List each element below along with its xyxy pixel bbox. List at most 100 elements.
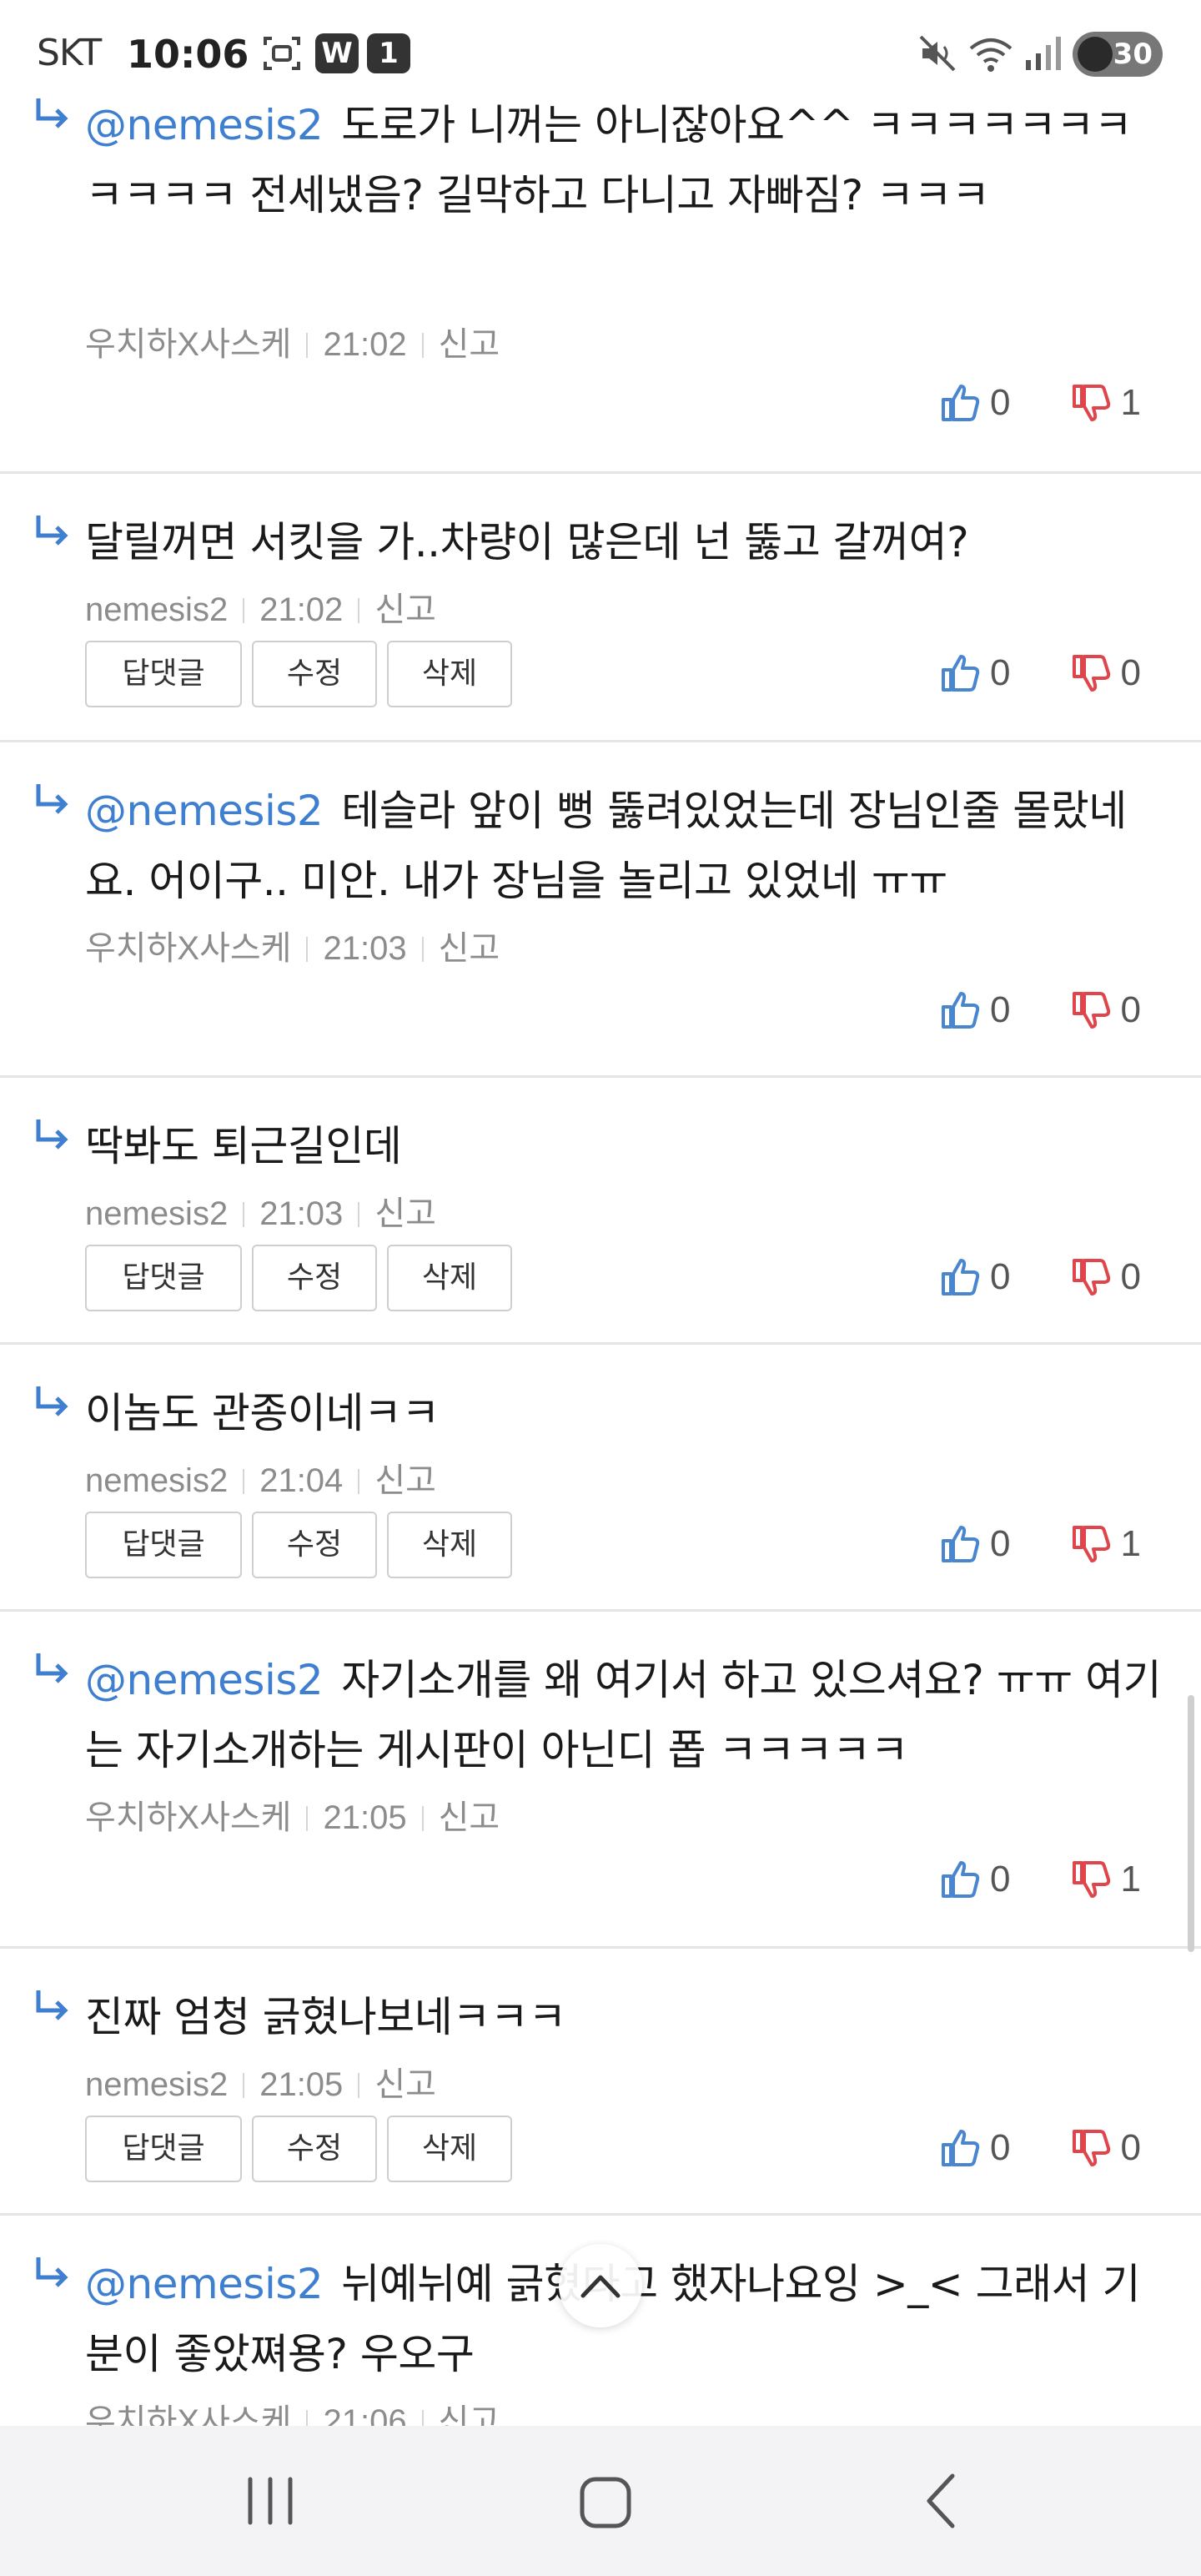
comment-item: @nemesis2 도로가 니꺼는 아니잖아요^^ ㅋㅋㅋㅋㅋㅋㅋㅋㅋㅋㅋ 전세냈…	[0, 83, 1201, 474]
comment-author[interactable]: 우치하X사스케	[85, 326, 291, 363]
delete-button[interactable]: 삭제	[387, 2116, 512, 2182]
report-link[interactable]: 신고	[374, 1195, 436, 1232]
like-button[interactable]: 0	[940, 382, 1011, 424]
dislike-count: 0	[1120, 2127, 1141, 2168]
signal-icon	[1026, 37, 1061, 70]
chevron-up-icon	[580, 2275, 621, 2298]
reply-arrow-icon	[36, 1990, 68, 2020]
comment-actions: 답댓글 수정 삭제	[85, 1245, 512, 1311]
comment-item: @nemesis2 테슬라 앞이 뻥 뚫려있었는데 장님인줄 몰랐네요. 어이구.…	[0, 742, 1201, 1078]
comment-text: 진짜 엄청 긁혔나보네ㅋㅋㅋ	[85, 1982, 1164, 2052]
dislike-button[interactable]: 0	[1071, 1256, 1141, 1298]
thumbs-down-icon	[1072, 1861, 1110, 1898]
like-button[interactable]: 0	[940, 1256, 1011, 1298]
delete-button[interactable]: 삭제	[387, 641, 512, 707]
comment-author[interactable]: 우치하X사스케	[85, 2403, 291, 2426]
home-button[interactable]	[564, 2459, 647, 2543]
comment-author[interactable]: nemesis2	[85, 591, 228, 628]
comment-text: 달릴꺼면 서킷을 가..차량이 많은데 넌 뚫고 갈꺼여?	[85, 507, 1164, 577]
like-button[interactable]: 0	[940, 2127, 1011, 2169]
comment-author[interactable]: nemesis2	[85, 2066, 228, 2103]
edit-button[interactable]: 수정	[252, 2116, 377, 2182]
comment-author[interactable]: 우치하X사스케	[85, 930, 291, 967]
reply-arrow-icon	[36, 98, 68, 128]
report-link[interactable]: 신고	[374, 1462, 436, 1499]
dislike-button[interactable]: 1	[1071, 1859, 1141, 1900]
report-link[interactable]: 신고	[439, 326, 500, 363]
dislike-count: 1	[1120, 382, 1141, 423]
comment-time: 21:05	[323, 1799, 407, 1836]
report-link[interactable]: 신고	[439, 2403, 500, 2426]
report-link[interactable]: 신고	[439, 930, 500, 967]
comment-mention[interactable]: @nemesis2	[85, 2260, 324, 2308]
comment-meta: 우치하X사스케 21:05 신고	[85, 1790, 500, 1839]
comment-meta: 우치하X사스케 21:02 신고	[85, 317, 500, 365]
status-bar: SKT 10:06 W 1 30	[0, 0, 1201, 83]
like-count: 0	[990, 382, 1011, 423]
scroll-to-top-button[interactable]	[559, 2244, 642, 2327]
like-button[interactable]: 0	[940, 652, 1011, 694]
dislike-button[interactable]: 1	[1071, 1523, 1141, 1565]
reply-arrow-icon	[36, 1653, 68, 1683]
dislike-count: 1	[1120, 1523, 1141, 1564]
comment-author[interactable]: nemesis2	[85, 1195, 228, 1232]
navigation-bar	[0, 2426, 1201, 2576]
comment-time: 21:04	[259, 1462, 344, 1499]
comment-text: 딱봐도 퇴근길인데	[85, 1111, 1164, 1181]
comment-item: 달릴꺼면 서킷을 가..차량이 많은데 넌 뚫고 갈꺼여? nemesis2 21…	[0, 474, 1201, 742]
report-link[interactable]: 신고	[374, 591, 436, 628]
comment-mention[interactable]: @nemesis2	[85, 101, 324, 149]
reply-arrow-icon	[36, 1386, 68, 1416]
comment-author[interactable]: nemesis2	[85, 1462, 228, 1499]
edit-button[interactable]: 수정	[252, 641, 377, 707]
comment-actions: 답댓글 수정 삭제	[85, 641, 512, 707]
dislike-button[interactable]: 0	[1071, 2127, 1141, 2169]
comment-feed[interactable]: @nemesis2 도로가 니꺼는 아니잖아요^^ ㅋㅋㅋㅋㅋㅋㅋㅋㅋㅋㅋ 전세냈…	[0, 83, 1201, 2426]
back-button[interactable]	[901, 2459, 984, 2543]
scrollbar[interactable]	[1188, 1695, 1194, 1952]
report-link[interactable]: 신고	[439, 1799, 500, 1836]
back-icon	[927, 2473, 955, 2528]
comment-author[interactable]: 우치하X사스케	[85, 1799, 291, 1836]
comment-text: @nemesis2 자기소개를 왜 여기서 하고 있으셔요? ㅠㅠ 여기는 자기소…	[85, 1645, 1164, 1785]
like-button[interactable]: 0	[940, 1523, 1011, 1565]
edit-button[interactable]: 수정	[252, 1245, 377, 1311]
comment-time: 21:06	[323, 2403, 407, 2426]
battery-level: 30	[1113, 38, 1153, 71]
comment-mention[interactable]: @nemesis2	[85, 1656, 324, 1704]
report-link[interactable]: 신고	[374, 2066, 436, 2103]
reply-button[interactable]: 답댓글	[85, 2116, 242, 2182]
like-count: 0	[990, 652, 1011, 693]
comment-item: 딱봐도 퇴근길인데 nemesis2 21:03 신고 답댓글 수정 삭제 0 0	[0, 1078, 1201, 1345]
comment-time: 21:03	[259, 1195, 344, 1232]
comment-meta: 우치하X사스케 21:06 신고	[85, 2394, 500, 2426]
thumbs-up-icon	[942, 1259, 980, 1296]
delete-button[interactable]: 삭제	[387, 1512, 512, 1578]
comment-meta: nemesis2 21:05 신고	[85, 2057, 436, 2106]
like-count: 0	[990, 2127, 1011, 2168]
comment-text: @nemesis2 도로가 니꺼는 아니잖아요^^ ㅋㅋㅋㅋㅋㅋㅋㅋㅋㅋㅋ 전세냈…	[85, 90, 1164, 230]
reply-arrow-icon	[36, 2257, 68, 2287]
like-button[interactable]: 0	[940, 1859, 1011, 1900]
dislike-button[interactable]: 0	[1071, 652, 1141, 694]
comment-text: 이놈도 관종이네ㅋㅋ	[85, 1378, 1164, 1448]
thumbs-down-icon	[1072, 2130, 1110, 2166]
delete-button[interactable]: 삭제	[387, 1245, 512, 1311]
like-count: 0	[990, 989, 1011, 1030]
vote-group: 0 1	[940, 382, 1141, 424]
dislike-button[interactable]: 1	[1071, 382, 1141, 424]
reply-button[interactable]: 답댓글	[85, 1245, 242, 1311]
comment-body: 달릴꺼면 서킷을 가..차량이 많은데 넌 뚫고 갈꺼여?	[85, 518, 969, 566]
edit-button[interactable]: 수정	[252, 1512, 377, 1578]
reply-button[interactable]: 답댓글	[85, 1512, 242, 1578]
like-button[interactable]: 0	[940, 989, 1011, 1031]
home-icon	[580, 2477, 631, 2528]
battery-saver-icon	[1078, 37, 1113, 72]
dislike-button[interactable]: 0	[1071, 989, 1141, 1031]
comment-mention[interactable]: @nemesis2	[85, 787, 324, 835]
thumbs-up-icon	[942, 1861, 980, 1898]
reply-arrow-icon	[36, 1119, 68, 1150]
reply-button[interactable]: 답댓글	[85, 641, 242, 707]
recent-apps-button[interactable]	[229, 2459, 312, 2543]
carrier-label: SKT	[37, 32, 102, 74]
